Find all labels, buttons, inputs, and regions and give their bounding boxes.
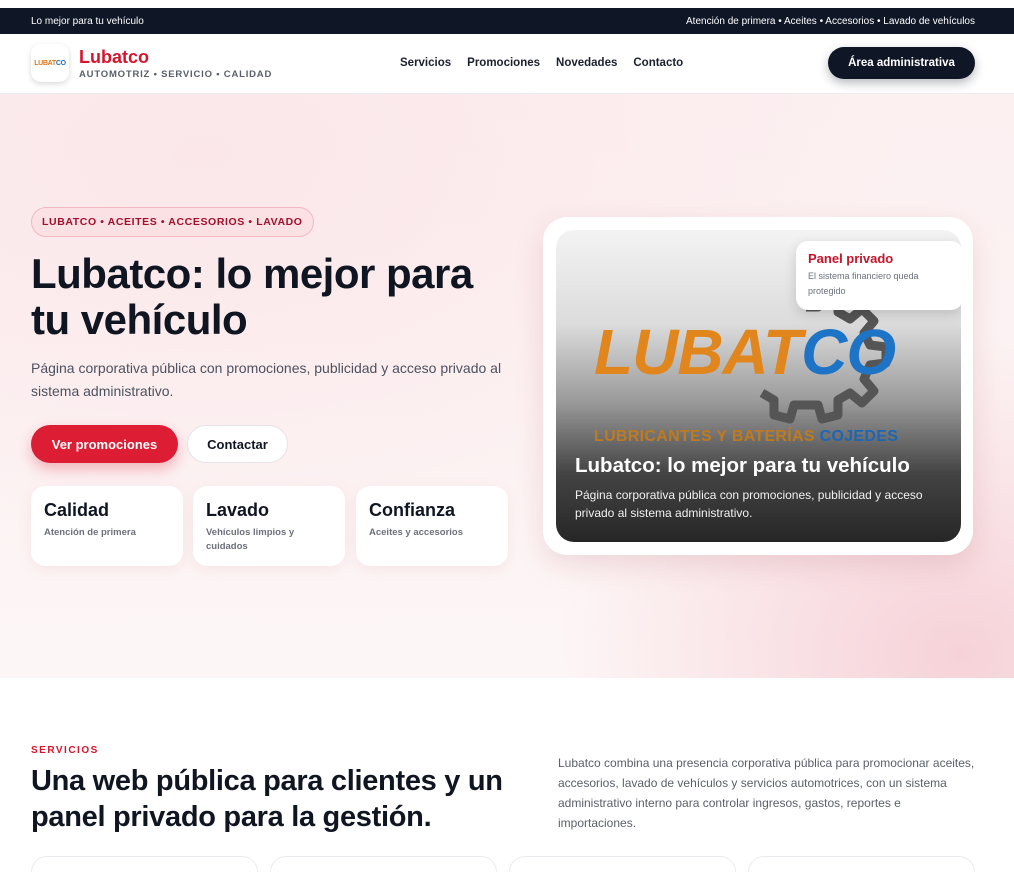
private-panel-subtitle: El sistema financiero queda protegido: [808, 271, 919, 296]
services-label: SERVICIOS: [31, 745, 99, 756]
view-promotions-button[interactable]: Ver promociones: [31, 425, 178, 463]
nav-servicios[interactable]: Servicios: [400, 57, 451, 69]
private-panel-card: Panel privado El sistema financiero qued…: [796, 241, 961, 310]
private-panel-title: Panel privado: [808, 251, 894, 266]
admin-area-button[interactable]: Área administrativa: [828, 47, 975, 79]
services-description: Lubatco combina una presencia corporativ…: [558, 756, 975, 830]
brand-tagline: AUTOMOTRIZ • SERVICIO • CALIDAD: [79, 69, 273, 80]
site-header: LUBATCO Lubatco AUTOMOTRIZ • SERVICIO • …: [0, 34, 1014, 94]
feature-card-lavado: Lavado Vehículos limpios y cuidados: [193, 486, 345, 566]
hero-showcase-card: LUBATCO LUBRICANTES Y BATERÍAS COJEDES L…: [543, 217, 973, 555]
top-announcement-bar: Lo mejor para tu vehículo Atención de pr…: [0, 8, 1014, 34]
nav-promociones[interactable]: Promociones: [467, 57, 540, 69]
nav-contacto[interactable]: Contacto: [633, 57, 683, 69]
topbar-slogan: Lo mejor para tu vehículo: [31, 15, 144, 27]
service-card: [748, 856, 975, 872]
feature-subtitle: Atención de primera: [44, 527, 136, 538]
topbar-services: Atención de primera • Aceites • Accesori…: [686, 15, 975, 27]
services-title: Una web pública para clientes y un panel…: [31, 765, 503, 833]
showcase-image: LUBATCO LUBRICANTES Y BATERÍAS COJEDES L…: [556, 230, 961, 542]
service-card: [270, 856, 497, 872]
feature-card-calidad: Calidad Atención de primera: [31, 486, 183, 566]
feature-title: Calidad: [44, 500, 110, 520]
feature-title: Confianza: [369, 500, 456, 520]
feature-subtitle: Aceites y accesorios: [369, 527, 464, 538]
showcase-logo-text: LUBATCO: [594, 316, 896, 388]
showcase-logo-subtitle: LUBRICANTES Y BATERÍAS COJEDES: [594, 428, 899, 445]
showcase-description: Página corporativa pública con promocion…: [575, 488, 923, 520]
main-nav: Servicios Promociones Novedades Contacto: [400, 57, 683, 69]
showcase-title: Lubatco: lo mejor para tu vehículo: [575, 454, 910, 477]
hero-section: LUBATCO • ACEITES • ACCESORIOS • LAVADO …: [0, 94, 1014, 678]
service-card: [31, 856, 258, 872]
hero-title: Lubatco: lo mejor para tu vehículo: [31, 250, 473, 343]
hero-tagline-badge: LUBATCO • ACEITES • ACCESORIOS • LAVADO: [31, 207, 314, 237]
feature-subtitle: Vehículos limpios y cuidados: [206, 527, 295, 552]
feature-title: Lavado: [206, 500, 270, 520]
nav-novedades[interactable]: Novedades: [556, 57, 617, 69]
contact-button[interactable]: Contactar: [187, 425, 288, 463]
feature-card-confianza: Confianza Aceites y accesorios: [356, 486, 508, 566]
brand-logo[interactable]: LUBATCO: [31, 44, 69, 82]
hero-description: Página corporativa pública con promocion…: [31, 360, 502, 399]
brand-logo-mark: LUBATCO: [34, 59, 66, 67]
brand-name[interactable]: Lubatco: [79, 47, 149, 68]
service-card: [509, 856, 736, 872]
